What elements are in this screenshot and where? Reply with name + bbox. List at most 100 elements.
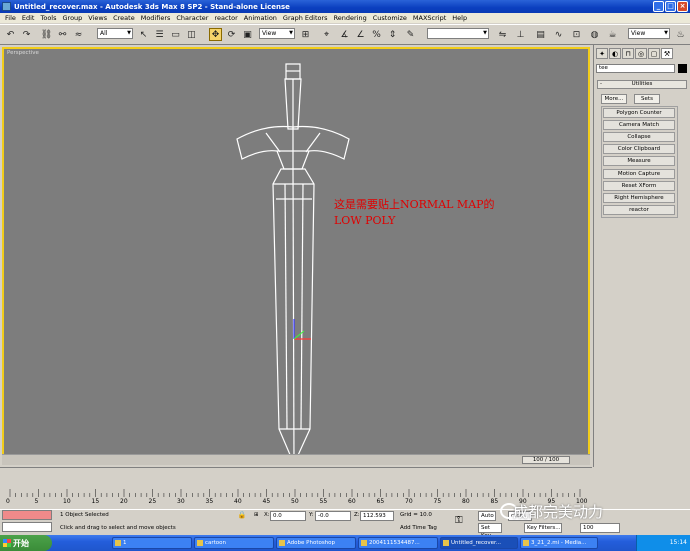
timeline-tick-label: 40 <box>234 498 242 505</box>
task-item-photoshop[interactable]: Adobe Photoshop <box>276 537 356 549</box>
y-coordinate-field[interactable]: -0.0 <box>315 511 351 521</box>
task-item-3dsmax[interactable]: Untitled_recover... <box>440 537 518 549</box>
auto-key-button[interactable]: Auto <box>478 511 496 521</box>
timeline-tick-label: 0 <box>6 498 10 505</box>
render-view-select[interactable]: View <box>628 28 670 39</box>
add-time-tag[interactable]: Add Time Tag <box>400 525 437 531</box>
menu-tools[interactable]: Tools <box>37 14 59 22</box>
select-object-icon[interactable]: ↖ <box>137 28 150 41</box>
window-crossing-icon[interactable]: ◫ <box>185 28 198 41</box>
utility-motion-capture[interactable]: Motion Capture <box>603 169 675 179</box>
task-item-media[interactable]: 3_21_2.mi - Media... <box>520 537 598 549</box>
object-name-field[interactable]: tee <box>596 64 675 73</box>
spinner-snap-icon[interactable]: ⇕ <box>386 28 399 41</box>
curve-editor-icon[interactable]: ∿ <box>552 28 565 41</box>
app-icon <box>2 2 11 11</box>
utility-camera-match[interactable]: Camera Match <box>603 120 675 130</box>
utilities-rollout-header[interactable]: - Utilities <box>597 80 687 89</box>
select-by-name-icon[interactable]: ☰ <box>153 28 166 41</box>
close-button[interactable]: × <box>677 1 688 12</box>
key-icon[interactable]: ⚿ <box>455 515 463 526</box>
time-slider-thumb[interactable]: 100 / 100 <box>522 456 570 464</box>
x-coordinate-field[interactable]: 0.0 <box>270 511 306 521</box>
utility-right-hemisphere[interactable]: Right Hemisphere <box>603 193 675 203</box>
rectangle-selection-icon[interactable]: ▭ <box>169 28 182 41</box>
create-tab-icon[interactable]: ✦ <box>596 48 608 59</box>
mirror-icon[interactable]: ⇋ <box>496 28 509 41</box>
menu-rendering[interactable]: Rendering <box>331 14 370 22</box>
scale-icon[interactable]: ▣ <box>241 28 254 41</box>
task-item-cartoon[interactable]: cartoon <box>194 537 274 549</box>
menu-modifiers[interactable]: Modifiers <box>138 14 174 22</box>
clock[interactable]: 15:14 <box>670 539 687 546</box>
percent-snap-icon[interactable]: % <box>370 28 383 41</box>
maximize-button[interactable]: □ <box>665 1 676 12</box>
schematic-view-icon[interactable]: ⊡ <box>570 28 583 41</box>
hierarchy-tab-icon[interactable]: ⊓ <box>622 48 634 59</box>
menu-views[interactable]: Views <box>85 14 110 22</box>
lock-selection-icon[interactable]: 🔒 <box>237 510 247 520</box>
menu-create[interactable]: Create <box>110 14 138 22</box>
utility-color-clipboard[interactable]: Color Clipboard <box>603 144 675 154</box>
time-slider-track[interactable] <box>2 454 590 465</box>
menu-edit[interactable]: Edit <box>19 14 38 22</box>
menu-help[interactable]: Help <box>449 14 470 22</box>
minimize-button[interactable]: _ <box>653 1 664 12</box>
utility-reset-xform[interactable]: Reset XForm <box>603 181 675 191</box>
modify-tab-icon[interactable]: ◐ <box>609 48 621 59</box>
angle-snap-icon[interactable]: ∠ <box>354 28 367 41</box>
menu-maxscript[interactable]: MAXScript <box>410 14 449 22</box>
named-selection-icon[interactable]: ✎ <box>404 28 417 41</box>
render-scene-icon[interactable]: ☕ <box>606 28 619 41</box>
utilities-tab-icon[interactable]: ⚒ <box>661 48 673 59</box>
menu-reactor[interactable]: reactor <box>211 14 240 22</box>
redo-icon[interactable]: ↷ <box>20 28 33 41</box>
perspective-viewport[interactable]: Perspective 这是需要贴上NORMAL MAP的 LOW POLY <box>2 47 590 465</box>
start-button[interactable]: 开始 <box>0 535 52 551</box>
rotate-icon[interactable]: ⟳ <box>225 28 238 41</box>
undo-icon[interactable]: ↶ <box>4 28 17 41</box>
set-key-button[interactable]: Set Key <box>478 523 502 539</box>
menu-group[interactable]: Group <box>60 14 86 22</box>
more-button[interactable]: More... <box>601 94 627 104</box>
utility-polygon-counter[interactable]: Polygon Counter <box>603 108 675 118</box>
object-color-swatch[interactable] <box>678 64 687 73</box>
unlink-icon[interactable]: ⚯ <box>56 28 69 41</box>
z-coordinate-field[interactable]: 112.593 <box>360 511 394 521</box>
timeline-bar[interactable] <box>0 467 592 479</box>
maxscript-mini-input[interactable] <box>2 522 52 532</box>
motion-tab-icon[interactable]: ◎ <box>635 48 647 59</box>
timeline-tick-label: 45 <box>262 498 271 505</box>
menu-animation[interactable]: Animation <box>241 14 280 22</box>
quick-render-icon[interactable]: ♨ <box>674 28 687 41</box>
named-selection-select[interactable] <box>427 28 489 39</box>
key-filters-button[interactable]: Key Filters... <box>524 523 562 533</box>
task-item-image[interactable]: 2004111534487... <box>358 537 438 549</box>
menu-character[interactable]: Character <box>173 14 211 22</box>
selection-filter-select[interactable]: All <box>97 28 133 39</box>
current-frame-field[interactable]: 100 <box>580 523 620 533</box>
material-editor-icon[interactable]: ◍ <box>588 28 601 41</box>
task-item-1[interactable]: 1 <box>112 537 192 549</box>
bind-space-warp-icon[interactable]: ≈ <box>72 28 85 41</box>
display-tab-icon[interactable]: ▢ <box>648 48 660 59</box>
menu-file[interactable]: File <box>2 14 19 22</box>
pivot-center-icon[interactable]: ⊞ <box>299 28 312 41</box>
move-icon[interactable]: ✥ <box>209 28 222 41</box>
utility-collapse[interactable]: Collapse <box>603 132 675 142</box>
snap-toggle-icon[interactable]: ∡ <box>338 28 351 41</box>
utility-measure[interactable]: Measure <box>603 156 675 166</box>
menu-graph-editors[interactable]: Graph Editors <box>280 14 331 22</box>
sets-button[interactable]: Sets <box>634 94 660 104</box>
align-icon[interactable]: ⊥ <box>514 28 527 41</box>
select-manipulate-icon[interactable]: ⌖ <box>320 28 333 41</box>
absolute-mode-icon[interactable]: ⊞ <box>254 512 259 518</box>
link-icon[interactable]: ⛓ <box>40 28 53 41</box>
watermark-text: 成都完美动力 <box>513 503 604 521</box>
reference-coordinate-select[interactable]: View <box>259 28 295 39</box>
menu-customize[interactable]: Customize <box>370 14 410 22</box>
maxscript-listener-mini[interactable] <box>2 510 52 520</box>
layer-manager-icon[interactable]: ▤ <box>534 28 547 41</box>
utility-reactor[interactable]: reactor <box>603 205 675 215</box>
rollout-collapse-toggle[interactable]: - <box>600 81 602 88</box>
